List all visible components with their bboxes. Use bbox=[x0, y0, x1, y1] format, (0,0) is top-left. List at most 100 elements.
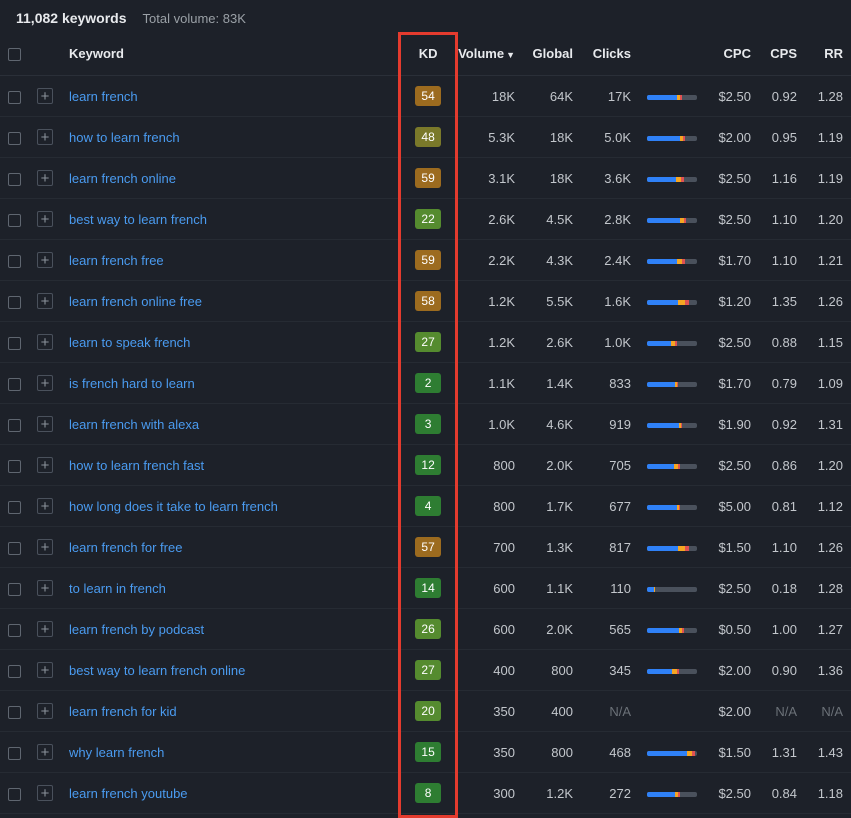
cell-rr: 1.28 bbox=[805, 568, 851, 609]
cell-clicks: 565 bbox=[581, 609, 639, 650]
cell-clicks: 468 bbox=[581, 732, 639, 773]
row-checkbox[interactable] bbox=[8, 214, 21, 227]
expand-icon[interactable]: + bbox=[37, 88, 53, 104]
keyword-link[interactable]: learn french bbox=[69, 89, 138, 104]
cell-clicks-bar bbox=[639, 117, 705, 158]
cell-clicks-bar bbox=[639, 240, 705, 281]
kd-badge: 14 bbox=[415, 578, 441, 598]
expand-icon[interactable]: + bbox=[37, 662, 53, 678]
expand-icon[interactable]: + bbox=[37, 129, 53, 145]
header-cps[interactable]: CPS bbox=[759, 36, 805, 76]
keyword-link[interactable]: to learn in french bbox=[69, 581, 166, 596]
row-checkbox[interactable] bbox=[8, 337, 21, 350]
cell-cps: 0.18 bbox=[759, 568, 805, 609]
row-checkbox[interactable] bbox=[8, 296, 21, 309]
keyword-link[interactable]: how to learn french bbox=[69, 130, 180, 145]
cell-rr: 1.26 bbox=[805, 527, 851, 568]
expand-icon[interactable]: + bbox=[37, 293, 53, 309]
cell-clicks-bar bbox=[639, 281, 705, 322]
expand-icon[interactable]: + bbox=[37, 334, 53, 350]
row-checkbox[interactable] bbox=[8, 583, 21, 596]
kd-badge: 58 bbox=[415, 291, 441, 311]
kd-badge: 3 bbox=[415, 414, 441, 434]
keyword-link[interactable]: learn french online bbox=[69, 171, 176, 186]
keyword-link[interactable]: best way to learn french online bbox=[69, 663, 245, 678]
row-checkbox[interactable] bbox=[8, 378, 21, 391]
kd-badge: 2 bbox=[415, 373, 441, 393]
expand-icon[interactable]: + bbox=[37, 457, 53, 473]
table-header-row: Keyword KD Volume▼ Global Clicks CPC CPS… bbox=[0, 36, 851, 76]
row-checkbox[interactable] bbox=[8, 665, 21, 678]
expand-icon[interactable]: + bbox=[37, 580, 53, 596]
expand-icon[interactable]: + bbox=[37, 744, 53, 760]
cell-rr: 1.19 bbox=[805, 117, 851, 158]
row-checkbox[interactable] bbox=[8, 788, 21, 801]
select-all-checkbox[interactable] bbox=[8, 48, 21, 61]
table-row: +learn french online593.1K18K3.6K$2.501.… bbox=[0, 158, 851, 199]
row-checkbox[interactable] bbox=[8, 706, 21, 719]
row-checkbox[interactable] bbox=[8, 747, 21, 760]
cell-clicks: 677 bbox=[581, 486, 639, 527]
header-global[interactable]: Global bbox=[523, 36, 581, 76]
row-checkbox[interactable] bbox=[8, 624, 21, 637]
table-row: +to learn in french146001.1K110$2.500.18… bbox=[0, 568, 851, 609]
expand-icon[interactable]: + bbox=[37, 621, 53, 637]
table-row: +learn french online free581.2K5.5K1.6K$… bbox=[0, 281, 851, 322]
header-volume[interactable]: Volume▼ bbox=[450, 36, 523, 76]
header-rr[interactable]: RR bbox=[805, 36, 851, 76]
keyword-link[interactable]: why learn french bbox=[69, 745, 164, 760]
cell-clicks: 1.0K bbox=[581, 322, 639, 363]
table-row: +learn to speak french271.2K2.6K1.0K$2.5… bbox=[0, 322, 851, 363]
cell-volume: 2.6K bbox=[450, 199, 523, 240]
keyword-link[interactable]: learn french with alexa bbox=[69, 417, 199, 432]
header-keyword[interactable]: Keyword bbox=[61, 36, 406, 76]
expand-icon[interactable]: + bbox=[37, 785, 53, 801]
row-checkbox[interactable] bbox=[8, 132, 21, 145]
row-checkbox[interactable] bbox=[8, 91, 21, 104]
expand-icon[interactable]: + bbox=[37, 211, 53, 227]
keyword-link[interactable]: learn french free bbox=[69, 253, 164, 268]
keyword-link[interactable]: learn french online free bbox=[69, 294, 202, 309]
kd-badge: 12 bbox=[415, 455, 441, 475]
header-kd[interactable]: KD bbox=[406, 36, 450, 76]
row-checkbox[interactable] bbox=[8, 542, 21, 555]
cell-global: 18K bbox=[523, 117, 581, 158]
keyword-link[interactable]: how to learn french fast bbox=[69, 458, 204, 473]
expand-icon[interactable]: + bbox=[37, 416, 53, 432]
cell-volume: 2.2K bbox=[450, 240, 523, 281]
row-checkbox[interactable] bbox=[8, 460, 21, 473]
keyword-link[interactable]: learn to speak french bbox=[69, 335, 190, 350]
cell-clicks-bar bbox=[639, 609, 705, 650]
cell-global: 2.6K bbox=[523, 322, 581, 363]
cell-cps: 0.79 bbox=[759, 363, 805, 404]
row-checkbox[interactable] bbox=[8, 419, 21, 432]
cell-cps: 0.92 bbox=[759, 404, 805, 445]
keyword-link[interactable]: learn french for kid bbox=[69, 704, 177, 719]
cell-global: 400 bbox=[523, 691, 581, 732]
cell-rr: 1.21 bbox=[805, 240, 851, 281]
expand-icon[interactable]: + bbox=[37, 252, 53, 268]
keyword-link[interactable]: learn french for free bbox=[69, 540, 182, 555]
keyword-link[interactable]: learn french by podcast bbox=[69, 622, 204, 637]
cell-cpc: $2.00 bbox=[705, 691, 759, 732]
header-cpc[interactable]: CPC bbox=[705, 36, 759, 76]
cell-cps: 0.92 bbox=[759, 76, 805, 117]
keyword-link[interactable]: learn french youtube bbox=[69, 786, 188, 801]
expand-icon[interactable]: + bbox=[37, 539, 53, 555]
keyword-link[interactable]: how long does it take to learn french bbox=[69, 499, 278, 514]
row-checkbox[interactable] bbox=[8, 501, 21, 514]
expand-icon[interactable]: + bbox=[37, 498, 53, 514]
cell-cpc: $2.00 bbox=[705, 650, 759, 691]
header-clicks[interactable]: Clicks bbox=[581, 36, 639, 76]
table-row: +learn french for kid20350400N/A$2.00N/A… bbox=[0, 691, 851, 732]
table-row: +learn french with alexa31.0K4.6K919$1.9… bbox=[0, 404, 851, 445]
expand-icon[interactable]: + bbox=[37, 375, 53, 391]
summary-bar: 11,082 keywords Total volume: 83K bbox=[0, 0, 851, 36]
cell-clicks: 3.6K bbox=[581, 158, 639, 199]
keyword-link[interactable]: best way to learn french bbox=[69, 212, 207, 227]
expand-icon[interactable]: + bbox=[37, 703, 53, 719]
row-checkbox[interactable] bbox=[8, 173, 21, 186]
row-checkbox[interactable] bbox=[8, 255, 21, 268]
expand-icon[interactable]: + bbox=[37, 170, 53, 186]
keyword-link[interactable]: is french hard to learn bbox=[69, 376, 195, 391]
